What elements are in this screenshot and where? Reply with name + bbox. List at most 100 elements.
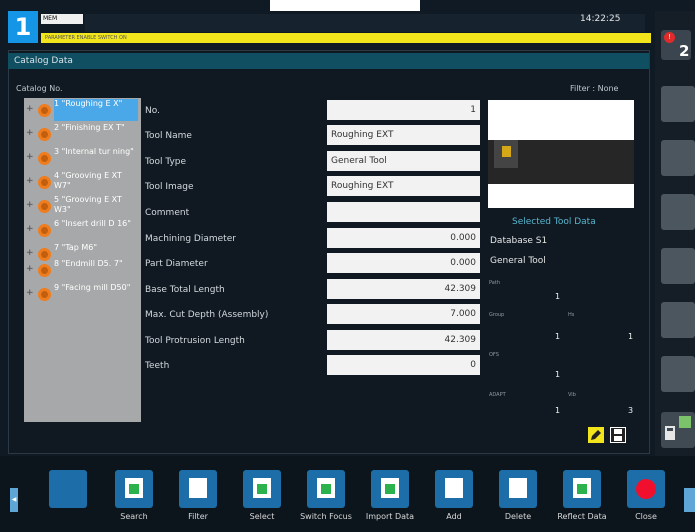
tool-icon [38, 264, 51, 277]
expand-icon[interactable]: + [26, 128, 36, 138]
import-data-label: Import Data [365, 512, 415, 521]
prev-page-icon[interactable]: ◀ [10, 488, 18, 512]
tool-icon [38, 128, 51, 141]
tree-item-label: 9 "Facing mill D50" [54, 283, 131, 292]
right-softkey-4[interactable] [661, 248, 695, 284]
field-base-total-length[interactable]: 42.309 [327, 279, 480, 299]
tree-item-4[interactable]: + 4 "Grooving E XT W7" [26, 170, 139, 194]
save-icon[interactable] [610, 427, 626, 443]
search-label: Search [120, 512, 148, 521]
expand-icon[interactable]: + [26, 104, 36, 114]
path-value: 1 [555, 292, 561, 301]
field-tool-name[interactable]: Roughing EXT [327, 125, 480, 145]
field-comment[interactable] [327, 202, 480, 222]
add-label: Add [446, 512, 462, 521]
import-data-button[interactable] [371, 470, 409, 508]
hs-label: Hs [568, 312, 575, 318]
field-label-part-diameter: Part Diameter [145, 259, 208, 269]
field-label-no: No. [145, 106, 160, 116]
field-teeth[interactable]: 0 [327, 355, 480, 375]
panel-title: Catalog Data [8, 53, 649, 69]
catalog-tree: + 1 "Roughing E X" + 2 "Finishing EX T" … [24, 98, 141, 422]
alarm-message: PARAMETER ENABLE SWITCH ON [41, 33, 651, 43]
hs-value: 1 [628, 332, 634, 341]
tool-icon [38, 176, 51, 189]
expand-icon[interactable]: + [26, 152, 36, 162]
expand-icon[interactable]: + [26, 224, 36, 234]
switch-focus-label: Switch Focus [300, 512, 352, 521]
tree-item-6[interactable]: + 6 "Insert drill D 16" [26, 218, 139, 242]
right-softkey-2[interactable] [661, 140, 695, 176]
search-icon-badge [129, 484, 139, 494]
path-label: Path [489, 280, 500, 286]
field-tool-image[interactable]: Roughing EXT [327, 176, 480, 196]
add-button[interactable] [435, 470, 473, 508]
close-label: Close [635, 512, 657, 521]
expand-icon[interactable]: + [26, 248, 36, 258]
mode-indicator: MEM [41, 14, 83, 24]
tree-item-label: 2 "Finishing EX T" [54, 123, 125, 132]
field-machining-diameter[interactable]: 0.000 [327, 228, 480, 248]
calculator-icon[interactable] [661, 412, 695, 448]
filter-label: Filter [188, 512, 208, 521]
switch-focus-button[interactable] [307, 470, 345, 508]
softkey-blank[interactable] [49, 470, 87, 508]
right-softkey-6[interactable] [661, 356, 695, 392]
vib-label: Vib [568, 392, 576, 398]
reflect-data-button[interactable] [563, 470, 601, 508]
select-label: Select [249, 512, 275, 521]
next-page-icon[interactable] [684, 488, 695, 512]
tree-item-5[interactable]: + 5 "Grooving E XT W3" [26, 194, 139, 218]
field-tool-protrusion-length[interactable]: 42.309 [327, 330, 480, 350]
cnc-screen: 1 MEM 14:22:25 PARAMETER ENABLE SWITCH O… [0, 0, 695, 532]
alarm-count-button[interactable]: ! 2 [661, 30, 691, 60]
top-gap [270, 0, 420, 11]
filter-button[interactable] [179, 470, 217, 508]
field-max-cut-depth[interactable]: 7.000 [327, 304, 480, 324]
field-label-machining-diameter: Machining Diameter [145, 234, 236, 244]
field-part-diameter[interactable]: 0.000 [327, 253, 480, 273]
catalog-label: Catalog No. [16, 84, 63, 93]
field-label-tool-name: Tool Name [145, 131, 192, 141]
tree-item-3[interactable]: + 3 "Internal tur ning" [26, 146, 139, 170]
alarm-icon: ! [664, 32, 675, 43]
tree-item-label: 8 "Endmill D5. 7" [54, 259, 123, 268]
delete-button[interactable] [499, 470, 537, 508]
expand-icon[interactable]: + [26, 176, 36, 186]
tree-item-2[interactable]: + 2 "Finishing EX T" [26, 122, 139, 146]
right-softkey-1[interactable] [661, 86, 695, 122]
tree-item-label: 3 "Internal tur ning" [54, 147, 134, 156]
add-icon [445, 478, 463, 498]
tree-item-label: 1 "Roughing E X" [54, 99, 138, 121]
delete-label: Delete [504, 512, 532, 521]
search-button[interactable] [115, 470, 153, 508]
tool-icon [38, 104, 51, 117]
field-tool-type[interactable]: General Tool [327, 151, 480, 171]
field-no[interactable]: 1 [327, 100, 480, 120]
tree-item-label: 4 "Grooving E XT W7" [54, 171, 122, 190]
selected-tool-type: General Tool [490, 256, 546, 266]
group-value: 1 [555, 332, 561, 341]
selected-tool-title: Selected Tool Data [512, 217, 596, 227]
expand-icon[interactable]: + [26, 264, 36, 274]
expand-icon[interactable]: + [26, 288, 36, 298]
tree-item-1[interactable]: + 1 "Roughing E X" [26, 98, 139, 122]
tool-icon [38, 288, 51, 301]
close-button[interactable] [627, 470, 665, 508]
tree-item-8[interactable]: + 8 "Endmill D5. 7" [26, 258, 139, 282]
right-softkey-3[interactable] [661, 194, 695, 230]
right-softkey-5[interactable] [661, 302, 695, 338]
expand-icon[interactable]: + [26, 200, 36, 210]
tool-icon [38, 152, 51, 165]
alarm-count: 2 [679, 42, 690, 60]
tree-item-9[interactable]: + 9 "Facing mill D50" [26, 282, 139, 306]
select-button[interactable] [243, 470, 281, 508]
filter-status: Filter : None [570, 84, 619, 93]
reflect-icon-badge [577, 484, 587, 494]
edit-icon[interactable] [588, 427, 604, 443]
field-label-tool-image: Tool Image [145, 182, 194, 192]
field-label-base-total-length: Base Total Length [145, 285, 225, 295]
channel-number: 1 [8, 11, 38, 43]
field-label-max-cut-depth: Max. Cut Depth (Assembly) [145, 310, 269, 320]
tree-item-label: 5 "Grooving E XT W3" [54, 195, 122, 214]
